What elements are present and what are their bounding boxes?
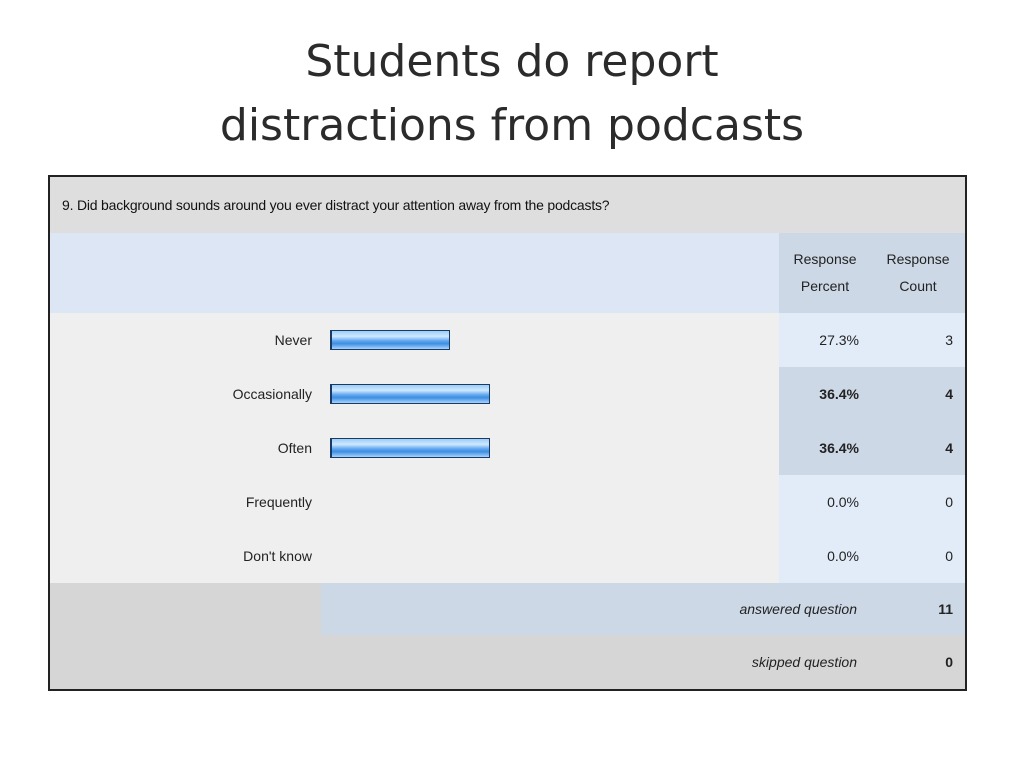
response-bar <box>330 384 491 404</box>
table-header: Response Percent Response Count <box>50 233 965 313</box>
skipped-question-label: skipped question <box>751 654 857 670</box>
answer-label: Don't know <box>243 548 312 564</box>
slide-title-line-2: distractions from podcasts <box>219 100 805 151</box>
answered-question-label: answered question <box>739 601 857 617</box>
table-row: Occasionally 36.4% 4 <box>50 367 965 421</box>
table-row: Never 27.3% 3 <box>50 313 965 367</box>
bar-area <box>330 367 770 421</box>
response-percent: 0.0% <box>779 475 871 529</box>
skipped-question-count: 0 <box>945 654 953 670</box>
response-count: 0 <box>871 529 965 583</box>
answer-label: Often <box>277 440 312 456</box>
answer-label: Never <box>274 332 312 348</box>
response-percent: 27.3% <box>779 313 871 367</box>
response-count: 4 <box>871 421 965 475</box>
bar-area <box>330 475 770 529</box>
response-count: 4 <box>871 367 965 421</box>
survey-results-table: 9. Did background sounds around you ever… <box>48 175 967 691</box>
bar-area <box>330 529 770 583</box>
response-percent-header-label: Response Percent <box>793 251 857 294</box>
answered-question-count: 11 <box>938 601 953 617</box>
answer-label: Occasionally <box>232 386 312 402</box>
slide-title: Students do report distractions from pod… <box>0 30 1024 158</box>
response-count: 3 <box>871 313 965 367</box>
response-count: 0 <box>871 475 965 529</box>
column-header-response-count: Response Count <box>871 233 965 313</box>
column-header-response-percent: Response Percent <box>779 233 871 313</box>
response-percent: 0.0% <box>779 529 871 583</box>
response-bar <box>330 330 451 350</box>
bar-area <box>330 421 770 475</box>
response-percent: 36.4% <box>779 367 871 421</box>
response-count-header-label: Response Count <box>886 251 950 294</box>
slide-title-line-1: Students do report <box>305 36 719 87</box>
response-percent: 36.4% <box>779 421 871 475</box>
table-row: Frequently 0.0% 0 <box>50 475 965 529</box>
bar-area <box>330 313 770 367</box>
response-bar <box>330 438 491 458</box>
table-row: Often 36.4% 4 <box>50 421 965 475</box>
table-row: Don't know 0.0% 0 <box>50 529 965 583</box>
response-rows: Never 27.3% 3 Occasionally 36.4% 4 Often 36.4% 4… <box>50 313 965 583</box>
answer-label: Frequently <box>245 494 312 510</box>
question-text: 9. Did background sounds around you ever… <box>50 177 965 233</box>
answered-question-row: answered question 11 <box>50 583 965 635</box>
skipped-question-row: skipped question 0 <box>50 635 965 689</box>
